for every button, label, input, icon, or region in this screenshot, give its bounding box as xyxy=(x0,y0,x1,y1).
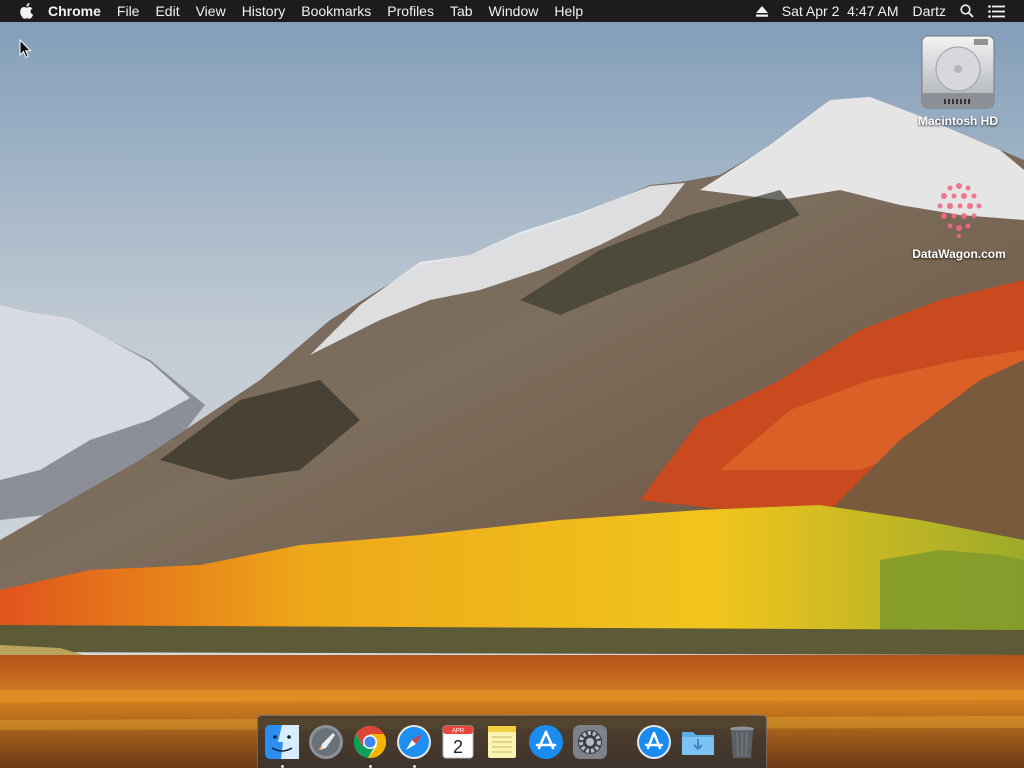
mouse-pointer-icon xyxy=(19,39,32,59)
calendar-icon: APR 2 xyxy=(442,725,474,759)
menu-help[interactable]: Help xyxy=(546,0,591,22)
dock-item-calendar[interactable]: APR 2 xyxy=(440,724,476,760)
calendar-month: APR xyxy=(452,729,465,735)
menu-edit[interactable]: Edit xyxy=(147,0,187,22)
menu-view[interactable]: View xyxy=(188,0,234,22)
finder-icon xyxy=(265,725,299,759)
safari-icon xyxy=(397,725,431,759)
system-preferences-icon xyxy=(573,725,607,759)
eject-icon[interactable] xyxy=(749,5,775,17)
hard-drive-icon xyxy=(921,35,995,109)
menu-window[interactable]: Window xyxy=(481,0,547,22)
dock-item-notes[interactable] xyxy=(484,724,520,760)
desktop-icon-label: DataWagon.com xyxy=(912,247,1006,261)
trash-icon xyxy=(730,726,754,758)
menu-file[interactable]: File xyxy=(109,0,148,22)
notes-icon xyxy=(488,726,516,758)
desktop-icon-label: Macintosh HD xyxy=(917,114,998,128)
spotlight-search-icon[interactable] xyxy=(953,4,981,18)
downloads-folder-icon xyxy=(682,732,714,755)
menu-bar: Chrome File Edit View History Bookmarks … xyxy=(0,0,1024,22)
user-name-menu[interactable]: Dartz xyxy=(906,0,953,22)
chrome-icon xyxy=(353,725,387,759)
launchpad-icon xyxy=(309,725,343,759)
menu-bar-left: Chrome File Edit View History Bookmarks … xyxy=(0,0,591,22)
menu-bookmarks[interactable]: Bookmarks xyxy=(293,0,379,22)
calendar-day: 2 xyxy=(453,737,463,757)
menu-history[interactable]: History xyxy=(234,0,294,22)
applications-folder-icon xyxy=(637,725,671,759)
notification-center-icon[interactable] xyxy=(981,4,1012,18)
dock: APR 2 xyxy=(257,715,767,768)
clock-datetime[interactable]: Sat Apr 2 4:47 AM xyxy=(775,0,906,22)
dock-item-system-preferences[interactable] xyxy=(572,724,608,760)
app-store-icon xyxy=(529,725,563,759)
menu-bar-status-area: Sat Apr 2 4:47 AM Dartz xyxy=(749,0,1024,22)
menu-profiles[interactable]: Profiles xyxy=(379,0,442,22)
dock-item-trash[interactable] xyxy=(724,724,760,760)
dock-item-safari[interactable] xyxy=(396,724,432,768)
apple-logo-icon[interactable] xyxy=(12,3,40,19)
datawagon-logo-icon xyxy=(937,183,982,238)
dock-item-finder[interactable] xyxy=(264,724,300,768)
dock-item-applications[interactable] xyxy=(636,724,672,760)
desktop-icon-datawagon[interactable]: DataWagon.com xyxy=(904,176,1014,261)
dock-item-app-store[interactable] xyxy=(528,724,564,760)
menu-app-name[interactable]: Chrome xyxy=(40,0,109,22)
desktop-wallpaper xyxy=(0,0,1024,768)
dock-item-downloads[interactable] xyxy=(680,724,716,760)
dock-item-chrome[interactable] xyxy=(352,724,388,768)
menu-tab[interactable]: Tab xyxy=(442,0,481,22)
desktop-icon-macintosh-hd[interactable]: Macintosh HD xyxy=(906,33,1010,128)
dock-item-launchpad[interactable] xyxy=(308,724,344,760)
